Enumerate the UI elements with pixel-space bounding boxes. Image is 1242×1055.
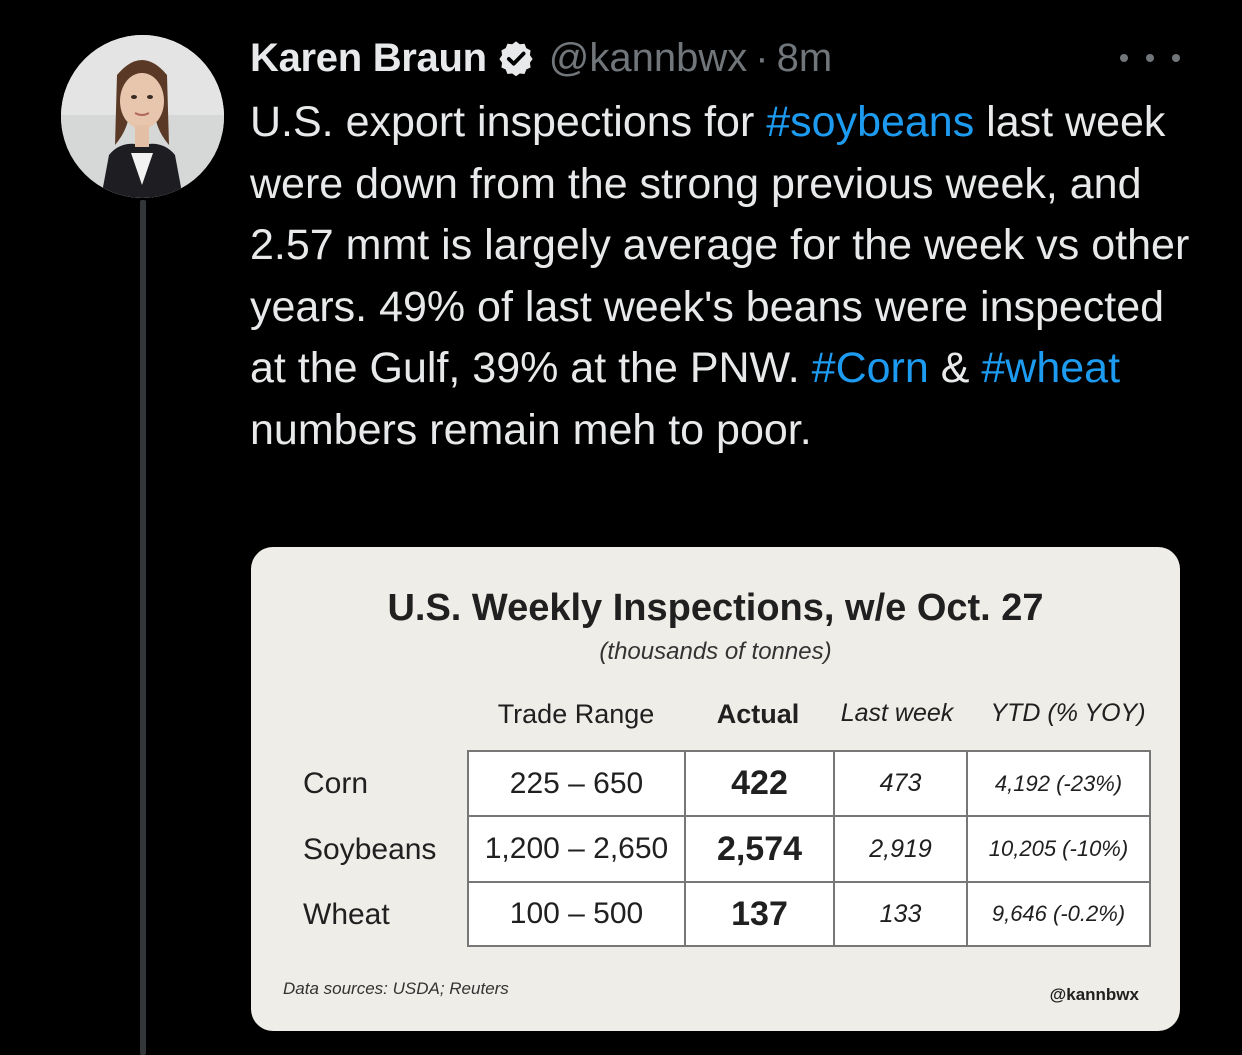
cell-corn-actual: 422	[731, 764, 788, 802]
cell-corn-trade-range: 225 – 650	[509, 766, 644, 800]
data-sources-note: Data sources: USDA; Reuters	[283, 979, 509, 998]
row-label-corn: Corn	[303, 767, 369, 800]
verified-badge-icon	[497, 39, 535, 77]
hashtag-wheat-link[interactable]: #wheat	[981, 344, 1120, 392]
card-title: U.S. Weekly Inspections, w/e Oct. 27	[387, 587, 1044, 629]
cell-soybeans-trade-range: 1,200 – 2,650	[484, 832, 669, 865]
tweet-header: Karen Braun @kannbwx · 8m	[250, 28, 1182, 88]
tweet-timestamp[interactable]: 8m	[777, 36, 833, 81]
cell-wheat-last-week: 133	[879, 899, 922, 928]
cell-soybeans-ytd: 10,205 (-10%)	[988, 836, 1129, 861]
separator-dot: ·	[755, 35, 769, 80]
hashtag-corn-link[interactable]: #Corn	[812, 344, 929, 392]
author-name[interactable]: Karen Braun	[250, 36, 487, 81]
column-header-last-week: Last week	[840, 699, 954, 727]
hashtag-soybeans-link[interactable]: #soybeans	[766, 98, 974, 146]
more-dot	[1146, 54, 1154, 62]
column-header-actual: Actual	[716, 699, 800, 729]
cell-corn-ytd: 4,192 (-23%)	[994, 770, 1123, 796]
tweet-text-segment: U.S. export inspections for	[250, 98, 767, 146]
row-label-wheat: Wheat	[303, 898, 390, 931]
cell-wheat-ytd: 9,646 (-0.2%)	[991, 901, 1126, 926]
card-subtitle: (thousands of tonnes)	[599, 638, 832, 665]
attached-image-card[interactable]: U.S. Weekly Inspections, w/e Oct. 27 (th…	[251, 547, 1180, 1031]
column-header-trade-range: Trade Range	[497, 699, 655, 729]
cell-soybeans-actual: 2,574	[716, 829, 803, 868]
tweet-text: U.S. export inspections for #soybeans la…	[250, 92, 1200, 461]
avatar-image	[61, 35, 224, 198]
cell-corn-last-week: 473	[879, 769, 922, 797]
cell-wheat-trade-range: 100 – 500	[509, 897, 644, 930]
more-dot	[1120, 54, 1128, 62]
more-dot	[1172, 54, 1180, 62]
card-watermark-handle: @kannbwx	[1049, 985, 1139, 1004]
avatar[interactable]	[61, 35, 224, 198]
cell-wheat-actual: 137	[731, 894, 788, 933]
cell-soybeans-last-week: 2,919	[869, 834, 932, 863]
inspections-table: 225 – 650 422 473 4,192 (-23%) 1,200 – 2…	[467, 750, 1151, 947]
tweet-text-segment: numbers remain meh to poor.	[250, 405, 812, 454]
more-options-icon[interactable]	[1120, 38, 1180, 78]
row-label-soybeans: Soybeans	[303, 833, 437, 866]
column-header-ytd: YTD (% YOY)	[990, 699, 1146, 727]
author-handle[interactable]: @kannbwx	[549, 36, 747, 81]
thread-connector-line	[140, 200, 146, 1055]
tweet-text-segment: &	[928, 344, 982, 392]
